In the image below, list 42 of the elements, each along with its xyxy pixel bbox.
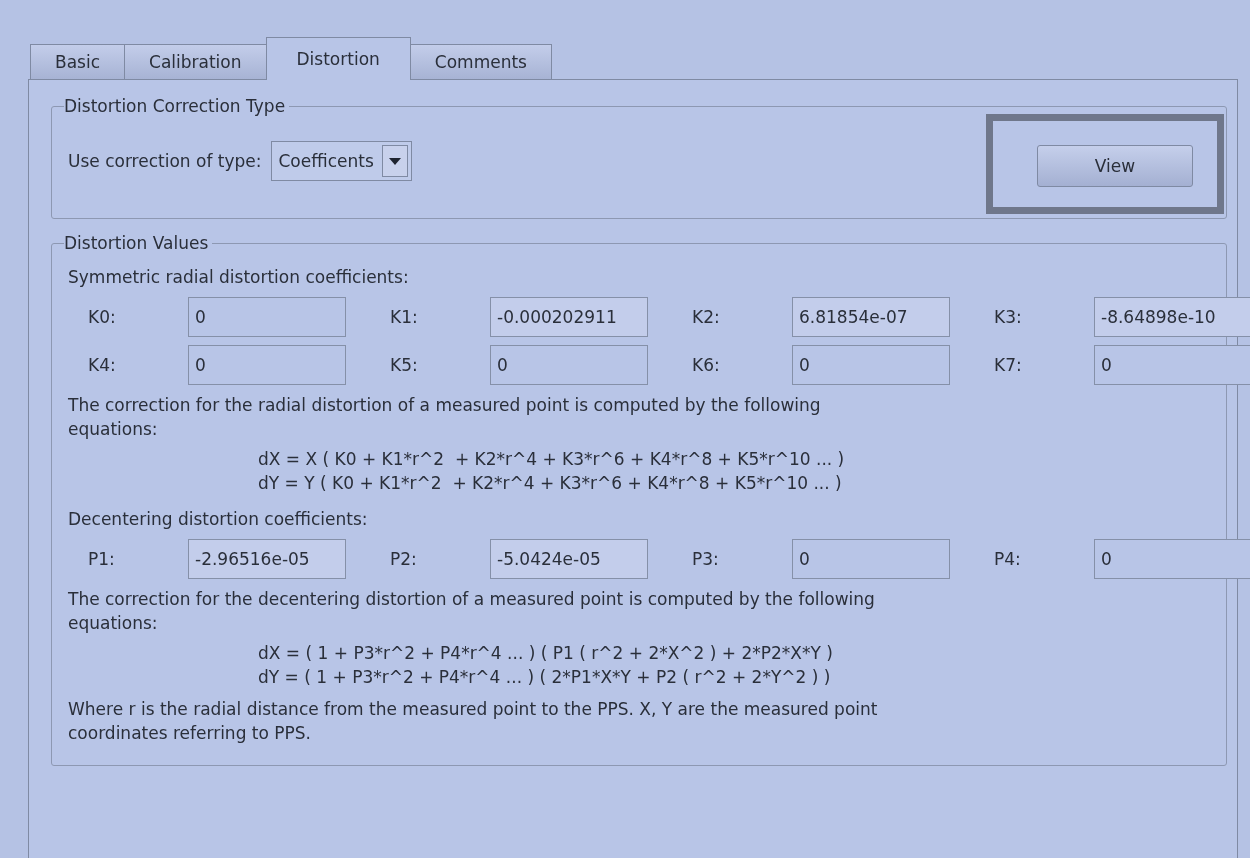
- coefficient-field[interactable]: 0: [1094, 539, 1250, 579]
- group-title: Distortion Values: [64, 233, 210, 253]
- section-heading: Symmetric radial distortion coefficients:: [68, 267, 410, 287]
- coefficient-label: K5:: [389, 355, 419, 375]
- coefficient-label: K3:: [993, 307, 1023, 327]
- coefficient-label: K0:: [87, 307, 117, 327]
- description-text: The correction for the radial distortion of a measured point is computed by the following equations:: [68, 394, 822, 441]
- coefficient-field[interactable]: 0: [188, 297, 346, 337]
- coefficient-label: P1:: [87, 549, 116, 569]
- coefficient-field[interactable]: -2.96516e-05: [188, 539, 346, 579]
- coefficient-label: K4:: [87, 355, 117, 375]
- equation-text: dY = ( 1 + P3*r^2 + P4*r^4 ... ) ( 2*P1*X*Y + P2 ( r^2 + 2*Y^2 ) ): [257, 666, 832, 689]
- tab[interactable]: Distortion: [265, 37, 411, 80]
- section-heading: Decentering distortion coefficients:: [68, 509, 369, 529]
- tab[interactable]: Basic: [30, 44, 125, 80]
- equation-text: dX = ( 1 + P3*r^2 + P4*r^4 ... ) ( P1 ( r^2 + 2*X^2 ) + 2*P2*X*Y ): [257, 642, 834, 665]
- coefficient-field[interactable]: 0: [792, 539, 950, 579]
- coefficient-field[interactable]: -5.0424e-05: [490, 539, 648, 579]
- note-text: Where r is the radial distance from the measured point to the PPS. X, Y are the measured point coordinates referring to PPS.: [68, 698, 879, 745]
- coefficient-field[interactable]: -8.64898e-10: [1094, 297, 1250, 337]
- coefficient-label: K6:: [691, 355, 721, 375]
- coefficient-label: P2:: [389, 549, 418, 569]
- coefficient-label: K1:: [389, 307, 419, 327]
- coefficient-label: P4:: [993, 549, 1022, 569]
- correction-type-dropdown[interactable]: Coefficents: [271, 141, 412, 181]
- coefficient-label: P3:: [691, 549, 720, 569]
- equation-text: dY = Y ( K0 + K1*r^2 + K2*r^4 + K3*r^6 + K4*r^8 + K5*r^10 ... ): [257, 472, 843, 495]
- coefficient-field[interactable]: 0: [792, 345, 950, 385]
- coefficient-field[interactable]: 0: [1094, 345, 1250, 385]
- coefficient-field[interactable]: 0: [188, 345, 346, 385]
- tab[interactable]: Comments: [409, 44, 552, 80]
- coefficient-field[interactable]: 0: [490, 345, 648, 385]
- coefficient-label: K2:: [691, 307, 721, 327]
- field-label: Use correction of type:: [68, 151, 262, 171]
- coefficient-field[interactable]: 6.81854e-07: [792, 297, 950, 337]
- coefficient-field[interactable]: -0.000202911: [490, 297, 648, 337]
- group-title: Distortion Correction Type: [64, 96, 287, 116]
- tab[interactable]: Calibration: [124, 44, 267, 80]
- equation-text: dX = X ( K0 + K1*r^2 + K2*r^4 + K3*r^6 + K4*r^8 + K5*r^10 ... ): [257, 448, 846, 471]
- description-text: The correction for the decentering distortion of a measured point is computed by the following equations:: [68, 588, 876, 635]
- coefficient-label: K7:: [993, 355, 1023, 375]
- view-button[interactable]: View: [1037, 145, 1193, 187]
